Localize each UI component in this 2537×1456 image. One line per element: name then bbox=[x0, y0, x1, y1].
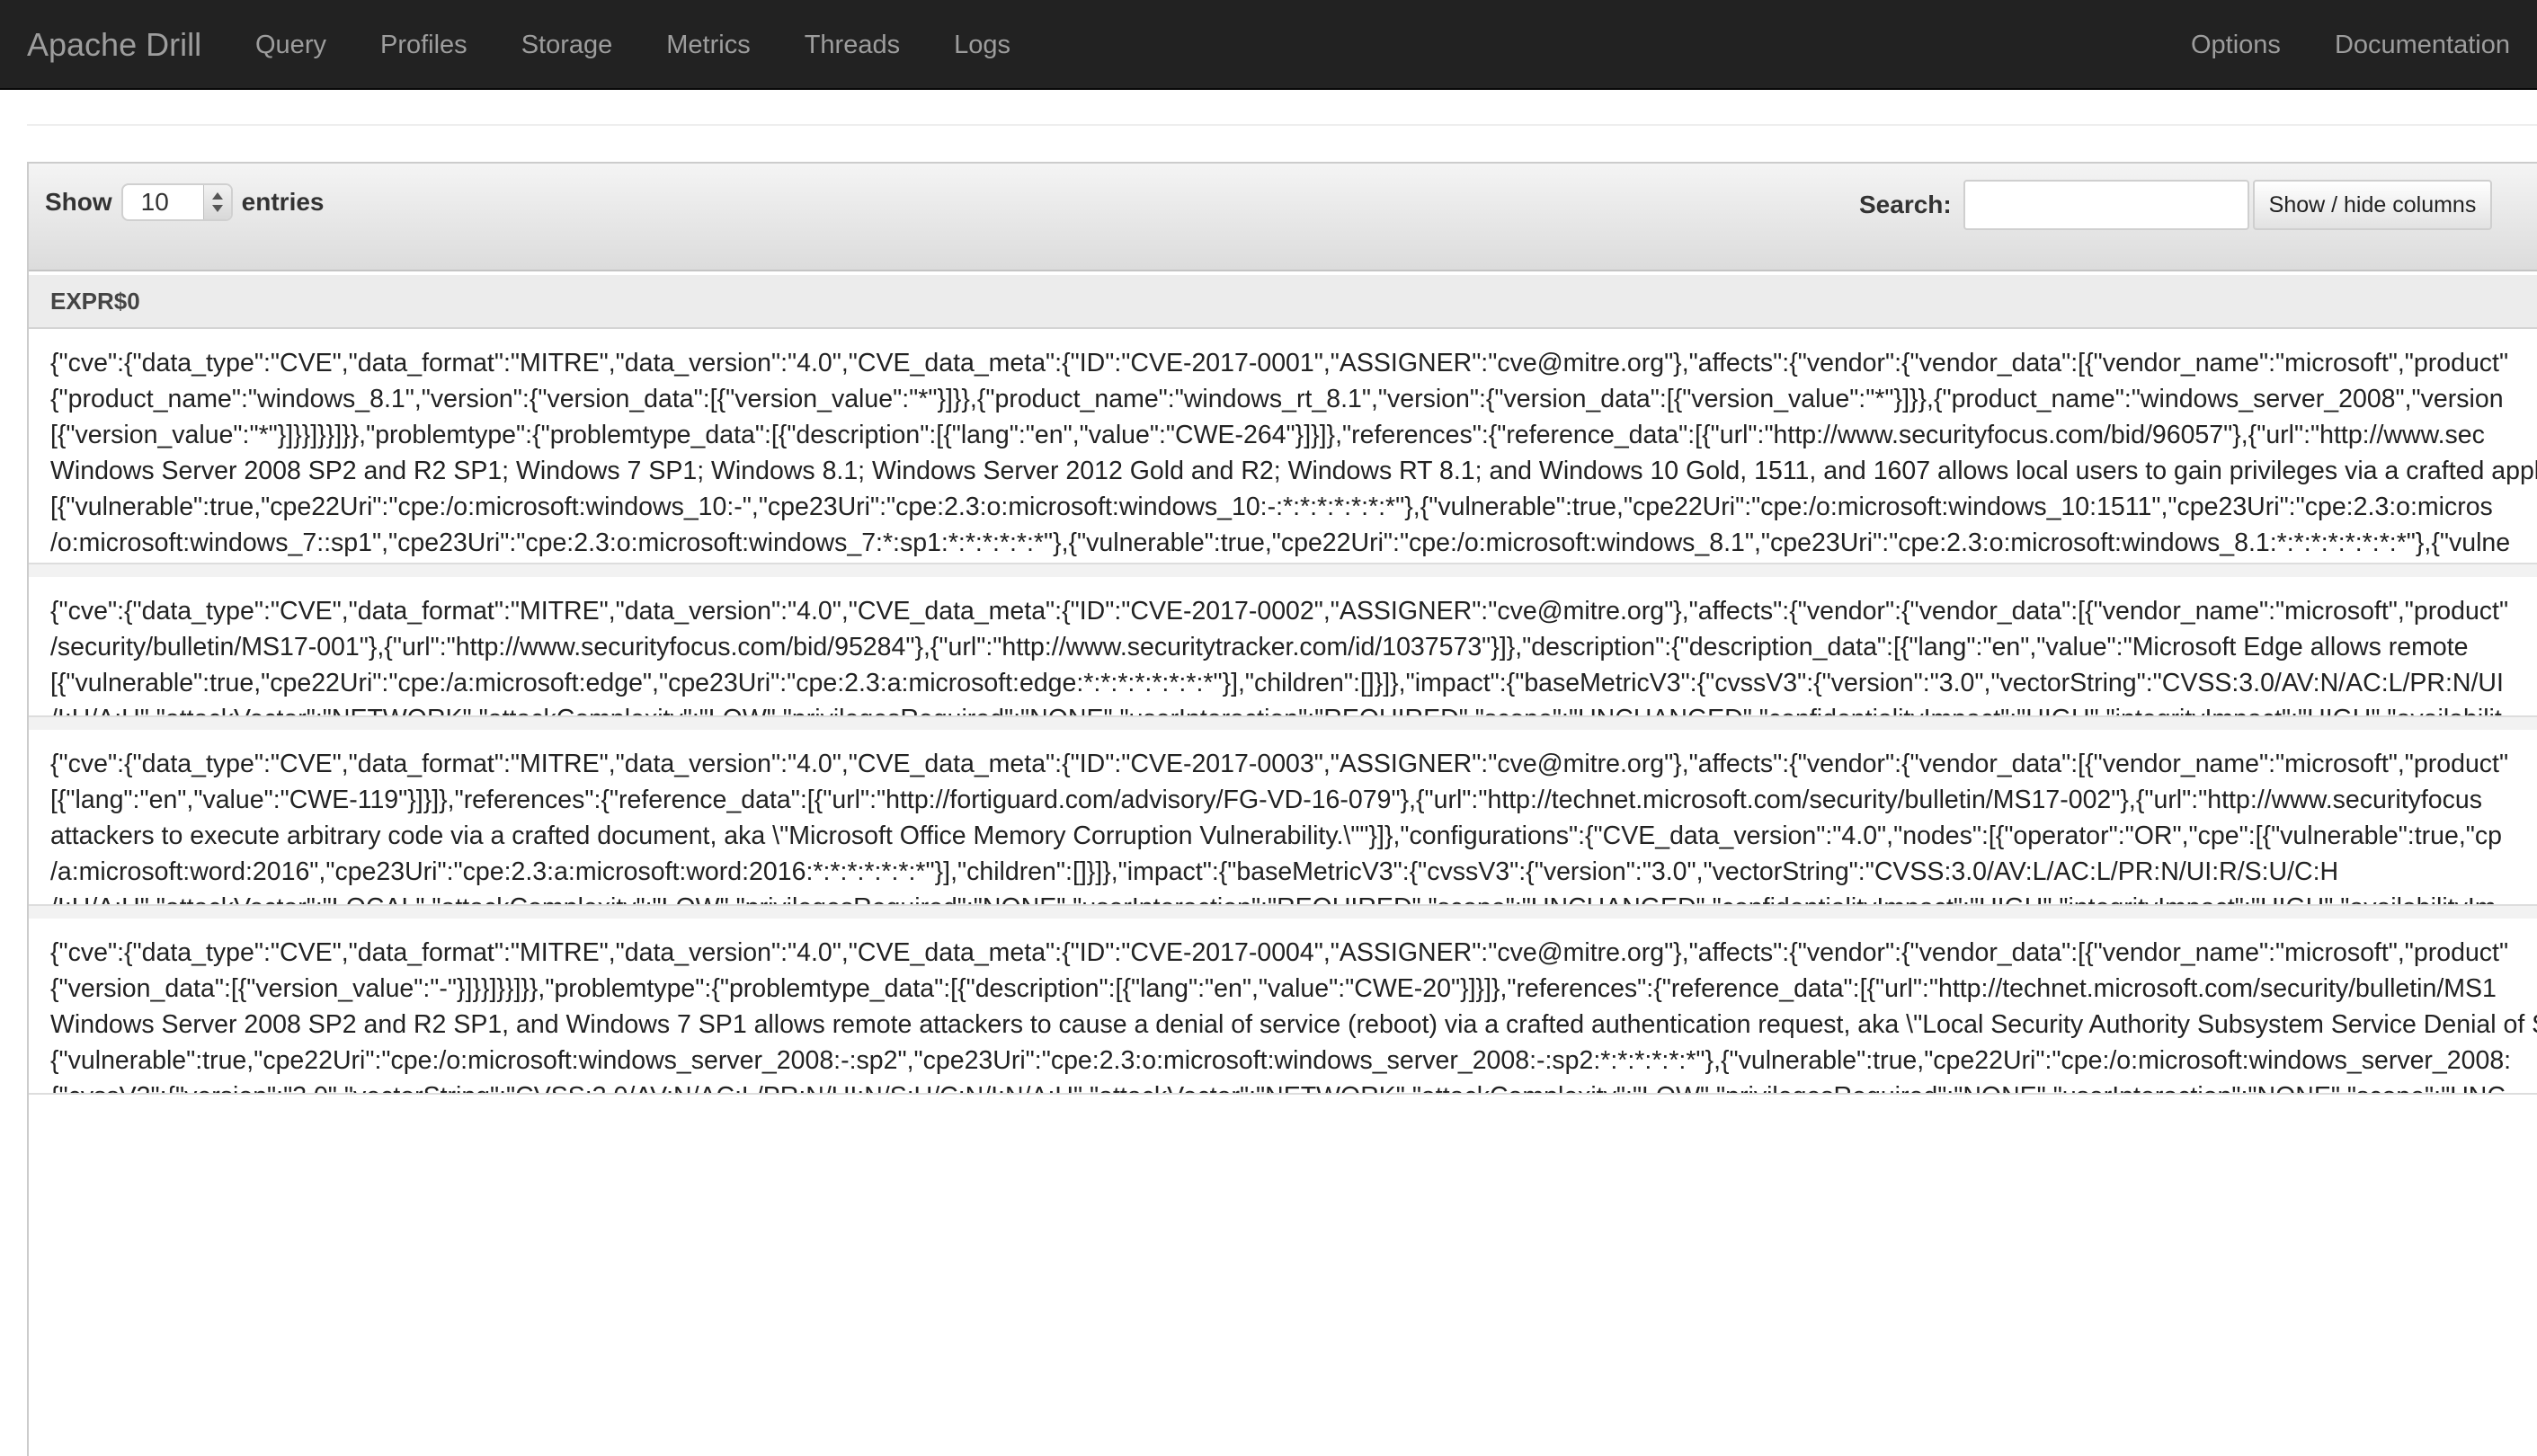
nav-metrics[interactable]: Metrics bbox=[639, 0, 777, 90]
table-row: {"cve":{"data_type":"CVE","data_format":… bbox=[29, 329, 2537, 564]
search-label: Search: bbox=[1859, 191, 1952, 218]
row-divider bbox=[29, 564, 2537, 577]
select-spinner-icon[interactable] bbox=[202, 185, 231, 219]
table-header: EXPR$0 bbox=[29, 275, 2537, 329]
page-length-select[interactable]: 10 bbox=[120, 183, 233, 221]
nav-profiles[interactable]: Profiles bbox=[353, 0, 494, 90]
top-navbar: Apache Drill Query Profiles Storage Metr… bbox=[0, 0, 2537, 90]
nav-query[interactable]: Query bbox=[228, 0, 353, 90]
brand-logo[interactable]: Apache Drill bbox=[27, 0, 201, 90]
nav-documentation[interactable]: Documentation bbox=[2308, 0, 2537, 90]
nav-right-group: Options Documentation bbox=[2164, 0, 2537, 90]
table-cell: {"cve":{"data_type":"CVE","data_format":… bbox=[50, 938, 2537, 1093]
row-divider bbox=[29, 717, 2537, 730]
table-row: {"cve":{"data_type":"CVE","data_format":… bbox=[29, 919, 2537, 1095]
page-length-value: 10 bbox=[140, 188, 169, 216]
nav-threads[interactable]: Threads bbox=[778, 0, 927, 90]
nav-logs[interactable]: Logs bbox=[927, 0, 1037, 90]
show-label: Show bbox=[45, 188, 112, 216]
table-cell: {"cve":{"data_type":"CVE","data_format":… bbox=[50, 597, 2509, 715]
column-header-expr[interactable]: EXPR$0 bbox=[50, 275, 140, 327]
entries-label: entries bbox=[241, 188, 325, 216]
nav-left-group: Query Profiles Storage Metrics Threads L… bbox=[228, 0, 1037, 90]
table-cell: {"cve":{"data_type":"CVE","data_format":… bbox=[50, 349, 2537, 557]
results-table-wrapper: Show 10 entries Search: Show / hide colu… bbox=[27, 162, 2537, 1456]
table-toolbar: Show 10 entries Search: Show / hide colu… bbox=[29, 164, 2537, 271]
search-input[interactable] bbox=[1963, 180, 2249, 230]
separator-line bbox=[27, 124, 2537, 126]
table-cell: {"cve":{"data_type":"CVE","data_format":… bbox=[50, 750, 2509, 904]
table-row: {"cve":{"data_type":"CVE","data_format":… bbox=[29, 730, 2537, 906]
page-length-control: Show 10 entries bbox=[45, 183, 325, 221]
table-row: {"cve":{"data_type":"CVE","data_format":… bbox=[29, 577, 2537, 717]
nav-options[interactable]: Options bbox=[2164, 0, 2308, 90]
nav-storage[interactable]: Storage bbox=[494, 0, 640, 90]
show-hide-columns-button[interactable]: Show / hide columns bbox=[2253, 180, 2492, 230]
row-divider bbox=[29, 906, 2537, 919]
